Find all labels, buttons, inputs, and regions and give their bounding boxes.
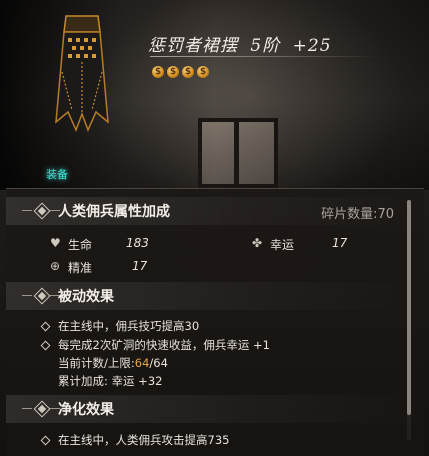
diamond-icon: [33, 400, 51, 418]
info-panel: 人类佣兵属性加成 碎片数量:70 ♥ 生命 183 ✤ 幸运 17 ⊕ 精准 1…: [6, 188, 424, 456]
counter-label: 当前计数/上限:: [58, 356, 135, 370]
scrollbar[interactable]: [407, 200, 411, 440]
passive-total: 累计加成: 幸运 +32: [58, 374, 163, 388]
star-rating: $ $ $ $: [152, 66, 209, 78]
star-icon: $: [152, 66, 164, 78]
star-icon: $: [167, 66, 179, 78]
crosshair-icon: ⊕: [50, 259, 61, 273]
shard-label: 碎片数量:: [321, 207, 378, 222]
title-divider: [150, 56, 380, 57]
stat-value-accuracy: 17: [132, 259, 148, 273]
tooltip-scene: 惩罚者裙摆 5阶 +25 $ $ $ $ 装备 人类佣兵属性加成 碎片数量:70 ♥ …: [0, 0, 429, 456]
header-ornament-left: [22, 210, 32, 211]
stat-label-hp: 生命: [68, 238, 93, 252]
item-title: 惩罚者裙摆 5阶 +25: [148, 31, 332, 56]
attributes-title: 人类佣兵属性加成: [58, 204, 170, 220]
clover-icon: ✤: [252, 236, 263, 250]
bullet-icon: [40, 435, 51, 446]
passive-section-header: 被动效果: [6, 282, 424, 310]
item-name: 惩罚者裙摆: [148, 36, 238, 56]
star-icon: $: [197, 66, 209, 78]
diamond-icon: [33, 202, 51, 220]
shard-count: 碎片数量:70: [321, 203, 394, 222]
skirt-item-icon: [55, 15, 109, 132]
passive-counter: 当前计数/上限:64/64: [58, 355, 168, 371]
stat-value-hp: 183: [126, 236, 149, 250]
scrollbar-thumb[interactable]: [407, 200, 411, 415]
stat-label-accuracy: 精准: [68, 261, 93, 275]
shard-value: 70: [377, 207, 394, 222]
item-rank: 5阶: [250, 36, 281, 56]
heart-icon: ♥: [50, 236, 61, 250]
purify-section-header: 净化效果: [6, 395, 424, 423]
passive-title: 被动效果: [58, 289, 114, 305]
purify-title: 净化效果: [58, 402, 114, 418]
counter-max: /64: [149, 356, 168, 370]
passive-line: 在主线中，佣兵技巧提高30: [58, 319, 200, 333]
passive-line: 每完成2次矿洞的快速收益，佣兵幸运 +1: [58, 338, 270, 352]
bullet-icon: [40, 321, 51, 332]
item-enhance-level: +25: [292, 36, 332, 56]
star-icon: $: [182, 66, 194, 78]
diamond-icon: [33, 287, 51, 305]
header-ornament-left: [22, 408, 32, 409]
bullet-icon: [40, 340, 51, 351]
purify-line: 在主线中，人类佣兵攻击提高735: [58, 433, 230, 447]
attributes-section-header: 人类佣兵属性加成 碎片数量:70: [6, 197, 424, 225]
stat-value-luck: 17: [332, 236, 348, 250]
stat-label-luck: 幸运: [270, 238, 295, 252]
counter-current: 64: [134, 356, 150, 370]
header-ornament-left: [22, 295, 32, 296]
equipment-tag: 装备: [46, 168, 68, 181]
